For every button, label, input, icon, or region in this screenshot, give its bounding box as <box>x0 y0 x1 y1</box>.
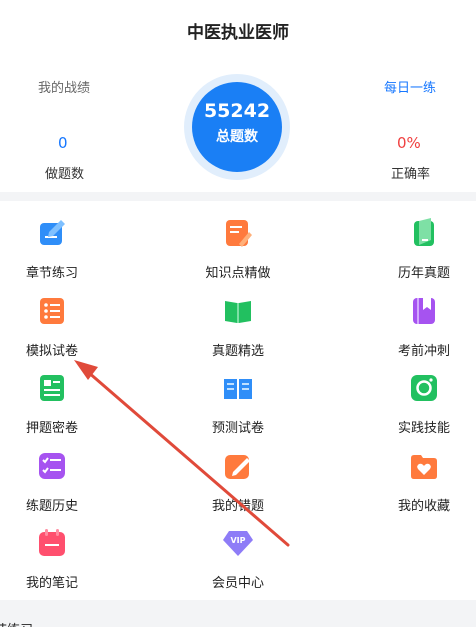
accuracy-value: 0% <box>397 134 421 152</box>
notebook-icon <box>37 528 67 558</box>
next-section-title: 节练习 <box>0 619 33 627</box>
mock-exam-icon <box>37 296 67 326</box>
grid-item-practical-skills[interactable]: 实践技能 <box>369 356 476 436</box>
vip-diamond-icon: VIP <box>223 528 253 558</box>
grid-item-label: 我的收藏 <box>397 499 450 514</box>
grid-item-practice-history[interactable]: 练题历史 <box>0 434 107 514</box>
page-title: 中医执业医师 <box>187 23 289 43</box>
feature-grid: 章节练习 知识点精做 历年真题 模拟试卷 真题精选 考前冲刺 押题密卷 预测试卷… <box>0 201 476 600</box>
grid-item-label: 我的笔记 <box>25 576 78 591</box>
total-questions-circle[interactable]: 55242 总题数 <box>184 74 290 180</box>
grid-item-chapter-practice[interactable]: 章节练习 <box>0 201 107 281</box>
my-record-label: 我的战绩 <box>38 81 91 96</box>
secret-paper-icon <box>37 373 67 403</box>
grid-item-final-sprint[interactable]: 考前冲刺 <box>369 279 476 359</box>
next-section-header: 节练习 <box>0 600 476 627</box>
grid-item-label: 会员中心 <box>211 576 264 591</box>
grid-item-vip-center[interactable]: VIP 会员中心 <box>183 511 293 591</box>
grid-item-secret-paper[interactable]: 押题密卷 <box>0 356 107 436</box>
bookmark-book-icon <box>409 296 439 326</box>
knowledge-point-icon <box>223 218 253 248</box>
open-book-icon <box>223 373 253 403</box>
grid-item-wrong-answers[interactable]: 我的错题 <box>183 434 293 514</box>
grid-item-selected-exams[interactable]: 真题精选 <box>183 279 293 359</box>
book-open-icon <box>223 296 253 326</box>
daily-practice-link[interactable]: 每日一练 <box>384 77 436 96</box>
past-exams-icon <box>409 218 439 248</box>
accuracy-label: 正确率 <box>391 167 431 182</box>
grid-item-past-exams[interactable]: 历年真题 <box>369 201 476 281</box>
pencil-edit-icon <box>223 451 253 481</box>
grid-item-my-notes[interactable]: 我的笔记 <box>0 511 107 591</box>
history-list-icon <box>37 451 67 481</box>
camera-icon <box>409 373 439 403</box>
grid-item-mock-exam[interactable]: 模拟试卷 <box>0 279 107 359</box>
header: 中医执业医师 <box>0 0 476 56</box>
stats-panel: 我的战绩 每日一练 0 做题数 55242 总题数 0% 正确率 <box>0 56 476 192</box>
grid-item-knowledge-point[interactable]: 知识点精做 <box>183 201 293 281</box>
grid-item-my-favorites[interactable]: 我的收藏 <box>369 434 476 514</box>
grid-item-prediction-paper[interactable]: 预测试卷 <box>183 356 293 436</box>
total-label: 总题数 <box>216 129 258 145</box>
heart-folder-icon <box>409 451 439 481</box>
done-label: 做题数 <box>45 167 85 182</box>
total-questions-badge: 55242 总题数 <box>192 82 282 172</box>
vip-badge-text: VIP <box>230 536 245 545</box>
total-count: 55242 <box>203 100 271 122</box>
done-count: 0 <box>58 134 68 152</box>
chapter-practice-icon <box>37 218 67 248</box>
